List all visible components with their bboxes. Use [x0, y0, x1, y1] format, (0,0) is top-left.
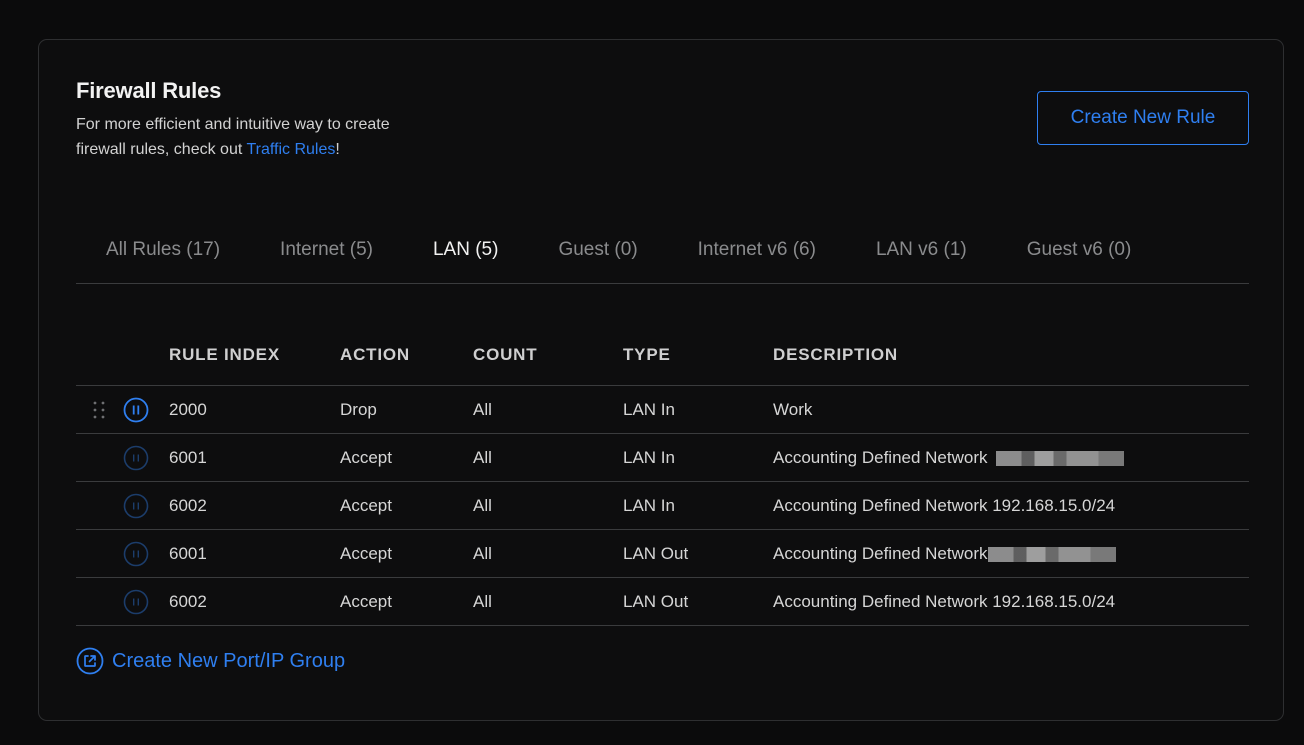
subtitle-suffix: !	[335, 141, 340, 158]
redacted-block	[996, 450, 1125, 466]
table-row[interactable]: 6002 Accept All LAN Out Accounting Defin…	[76, 578, 1249, 626]
panel-header: Firewall Rules For more efficient and in…	[76, 78, 496, 162]
cell-description: Accounting Defined Network 192.168.15.0/…	[773, 495, 1116, 515]
cell-count: All	[473, 399, 492, 419]
cell-rule-index: 6002	[169, 495, 207, 515]
row-controls	[76, 578, 169, 625]
cell-rule-index: 6001	[169, 447, 207, 467]
cell-type: LAN In	[623, 495, 675, 515]
row-controls	[76, 530, 169, 577]
external-link-icon	[76, 647, 104, 675]
cell-rule-index: 6001	[169, 543, 207, 563]
cell-action: Accept	[340, 543, 392, 563]
cell-description: Accounting Defined Network 192.168.15.0/…	[773, 591, 1116, 611]
cell-action: Drop	[340, 399, 377, 419]
tab-guest-v6[interactable]: Guest v6 (0)	[1027, 239, 1132, 261]
page-subtitle: For more efficient and intuitive way to …	[76, 112, 496, 162]
column-header-count[interactable]: COUNT	[473, 345, 623, 365]
table-row[interactable]: 6002 Accept All LAN In Accounting Define…	[76, 482, 1249, 530]
cell-type: LAN Out	[623, 543, 689, 563]
tab-all-rules[interactable]: All Rules (17)	[106, 239, 220, 261]
cell-description: Work	[773, 399, 813, 419]
cell-count: All	[473, 447, 492, 467]
drag-handle-icon[interactable]	[92, 400, 106, 420]
firewall-rules-panel: Firewall Rules For more efficient and in…	[38, 39, 1284, 721]
row-controls	[76, 482, 169, 529]
tab-internet-v6[interactable]: Internet v6 (6)	[698, 239, 816, 261]
column-header-action[interactable]: ACTION	[340, 345, 473, 365]
subtitle-line-1: For more efficient and intuitive way to …	[76, 116, 390, 133]
tab-guest[interactable]: Guest (0)	[558, 239, 637, 261]
table-row[interactable]: 2000 Drop All LAN In Work	[76, 386, 1249, 434]
pause-rule-icon[interactable]	[123, 589, 149, 615]
cell-count: All	[473, 591, 492, 611]
cell-count: All	[473, 495, 492, 515]
subtitle-line-2: firewall rules, check out	[76, 141, 247, 158]
cell-description: Accounting Defined Network	[773, 447, 988, 467]
cell-rule-index: 6002	[169, 591, 207, 611]
redacted-block	[987, 546, 1116, 562]
cell-type: LAN Out	[623, 591, 689, 611]
row-controls	[76, 386, 169, 433]
cell-description: Accounting Defined Network	[773, 543, 988, 563]
cell-description-wrapper: Accounting Defined Network	[773, 448, 1249, 468]
column-header-type[interactable]: TYPE	[623, 345, 773, 365]
pause-rule-icon[interactable]	[123, 397, 149, 423]
rules-table: RULE INDEX ACTION COUNT TYPE DESCRIPTION	[76, 324, 1249, 626]
pause-rule-icon[interactable]	[123, 493, 149, 519]
create-port-ip-group-label: Create New Port/IP Group	[112, 649, 346, 672]
table-row[interactable]: 6001 Accept All LAN Out Accounting Defin…	[76, 530, 1249, 578]
pause-rule-icon[interactable]	[123, 445, 149, 471]
cell-type: LAN In	[623, 399, 675, 419]
row-controls	[76, 434, 169, 481]
tab-lan-v6[interactable]: LAN v6 (1)	[876, 239, 967, 261]
tab-lan[interactable]: LAN (5)	[433, 239, 498, 261]
cell-type: LAN In	[623, 447, 675, 467]
cell-action: Accept	[340, 447, 392, 467]
header-spacer	[76, 324, 169, 385]
cell-rule-index: 2000	[169, 399, 207, 419]
column-header-rule-index[interactable]: RULE INDEX	[169, 345, 340, 365]
cell-count: All	[473, 543, 492, 563]
tab-internet[interactable]: Internet (5)	[280, 239, 373, 261]
create-new-rule-button[interactable]: Create New Rule	[1037, 91, 1249, 145]
pause-rule-icon[interactable]	[123, 541, 149, 567]
cell-action: Accept	[340, 591, 392, 611]
table-row[interactable]: 6001 Accept All LAN In Accounting Define…	[76, 434, 1249, 482]
table-header: RULE INDEX ACTION COUNT TYPE DESCRIPTION	[76, 324, 1249, 386]
cell-description-wrapper: Accounting Defined Network	[773, 544, 1249, 564]
rule-tabs: All Rules (17) Internet (5) LAN (5) Gues…	[76, 216, 1249, 284]
cell-action: Accept	[340, 495, 392, 515]
column-header-description[interactable]: DESCRIPTION	[773, 345, 1249, 365]
traffic-rules-link[interactable]: Traffic Rules	[246, 141, 335, 158]
create-port-ip-group-link[interactable]: Create New Port/IP Group	[76, 647, 345, 675]
page-title: Firewall Rules	[76, 78, 222, 103]
